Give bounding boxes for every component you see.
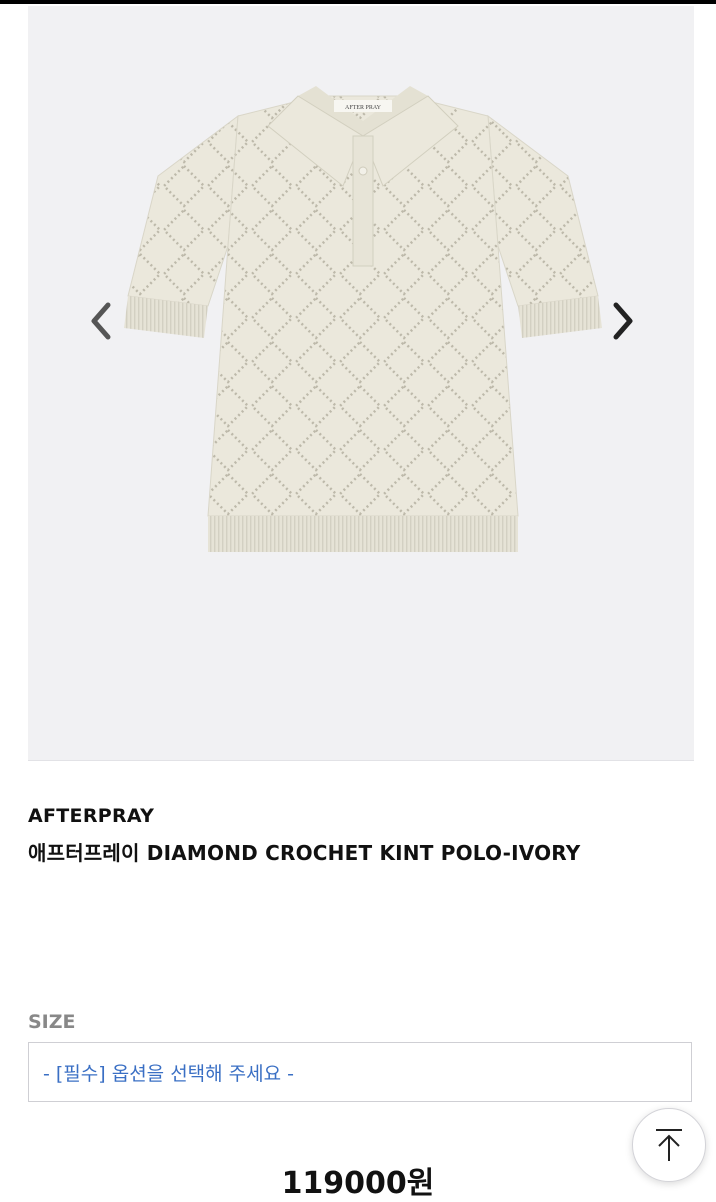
top-divider — [0, 0, 716, 4]
size-select[interactable]: - [필수] 옵션을 선택해 주세요 - — [28, 1042, 692, 1102]
product-title: 애프터프레이 DIAMOND CROCHET KINT POLO-IVORY — [28, 841, 581, 865]
arrow-up-icon — [656, 1129, 682, 1161]
product-price: 119000원 — [281, 1166, 435, 1201]
size-select-placeholder: - [필수] 옵션을 선택해 주세요 - — [43, 1062, 295, 1085]
next-image-button[interactable] — [604, 296, 644, 346]
previous-image-button[interactable] — [80, 296, 120, 346]
chevron-left-icon — [91, 302, 111, 340]
brand-name: AFTERPRAY — [28, 805, 155, 827]
product-image: AFTER PRAY — [124, 86, 602, 552]
product-gallery[interactable]: AFTER PRAY — [28, 6, 694, 761]
garment-label: AFTER PRAY — [345, 105, 382, 111]
chevron-right-icon — [613, 302, 633, 340]
size-label: SIZE — [28, 1011, 76, 1033]
